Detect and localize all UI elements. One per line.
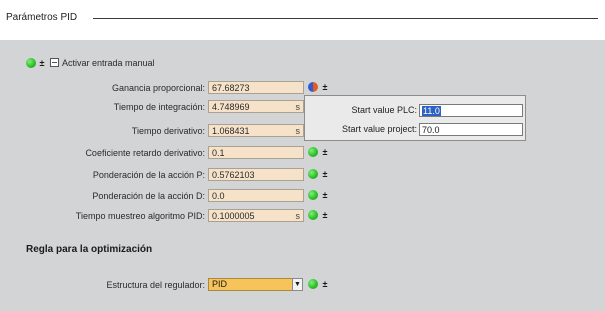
plus-minus-icon[interactable]: ± xyxy=(321,169,329,179)
integration-time-label: Tiempo de integración: xyxy=(113,102,205,112)
proportional-gain-label: Ganancia proporcional: xyxy=(111,83,205,93)
green-status-icon[interactable] xyxy=(308,210,318,220)
integration-time-field[interactable]: 4.748969 s xyxy=(208,100,304,113)
manual-input-label: Activar entrada manual xyxy=(62,58,155,68)
plus-minus-icon[interactable]: ± xyxy=(321,279,329,289)
plus-minus-icon[interactable]: ± xyxy=(321,82,329,92)
start-value-project-label: Start value project: xyxy=(341,124,417,134)
section-header: Parámetros PID xyxy=(0,0,605,40)
derivative-time-label: Tiempo derivativo: xyxy=(131,126,205,136)
plus-minus-icon[interactable]: ± xyxy=(321,210,329,220)
proportional-gain-field[interactable]: 67.68273 xyxy=(208,81,304,94)
section-divider xyxy=(93,18,598,19)
start-value-plc-field[interactable]: 11.0 xyxy=(419,104,523,117)
optimization-heading: Regla para la optimización xyxy=(26,244,153,255)
green-status-icon[interactable] xyxy=(308,279,318,289)
regulator-structure-label: Estructura del regulador: xyxy=(106,280,205,290)
green-status-icon[interactable] xyxy=(308,147,318,157)
derivative-delay-coefficient-label: Coeficiente retardo derivativo: xyxy=(85,148,205,158)
regulator-structure-select[interactable]: PID xyxy=(208,278,296,291)
mixed-status-icon[interactable] xyxy=(308,82,318,92)
green-status-icon[interactable] xyxy=(308,169,318,179)
derivative-time-field[interactable]: 1.068431 s xyxy=(208,124,304,137)
start-value-plc-label: Start value PLC: xyxy=(351,105,417,115)
manual-input-checkbox[interactable] xyxy=(50,58,59,67)
green-status-icon[interactable] xyxy=(308,190,318,200)
d-action-weighting-label: Ponderación de la acción D: xyxy=(92,191,205,201)
p-action-weighting-label: Ponderación de la acción P: xyxy=(92,170,205,180)
d-action-weighting-field[interactable]: 0.0 xyxy=(208,189,304,202)
derivative-delay-coefficient-field[interactable]: 0.1 xyxy=(208,146,304,159)
section-title: Parámetros PID xyxy=(6,12,78,23)
green-status-icon[interactable] xyxy=(26,58,36,68)
plus-minus-icon[interactable]: ± xyxy=(38,58,46,68)
plus-minus-icon[interactable]: ± xyxy=(321,147,329,157)
p-action-weighting-field[interactable]: 0.5762103 xyxy=(208,168,304,181)
plus-minus-icon[interactable]: ± xyxy=(321,190,329,200)
start-value-popup: Start value PLC: 11.0 Start value projec… xyxy=(304,95,526,141)
pid-sample-time-label: Tiempo muestreo algoritmo PID: xyxy=(75,211,205,221)
start-value-project-field[interactable]: 70.0 xyxy=(419,123,523,136)
pid-sample-time-field[interactable]: 0.1000005 s xyxy=(208,209,304,222)
dropdown-arrow-icon[interactable]: ▼ xyxy=(292,278,303,291)
